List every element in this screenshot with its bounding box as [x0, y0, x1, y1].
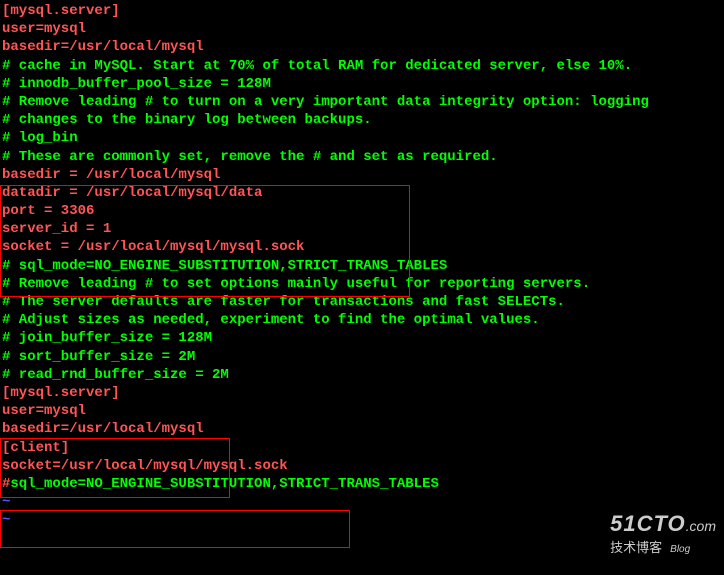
vim-tilde: ~ — [2, 493, 722, 511]
watermark-domain: .com — [686, 518, 716, 534]
config-line: user=mysql — [2, 20, 722, 38]
config-line: # read_rnd_buffer_size = 2M — [2, 366, 722, 384]
watermark-subtitle: 技术博客Blog — [610, 540, 716, 557]
config-line: [mysql.server] — [2, 384, 722, 402]
config-line: # The server defaults are faster for tra… — [2, 293, 722, 311]
config-line: # Remove leading # to set options mainly… — [2, 275, 722, 293]
config-line: basedir=/usr/local/mysql — [2, 38, 722, 56]
config-line: [client] — [2, 439, 722, 457]
config-line: datadir = /usr/local/mysql/data — [2, 184, 722, 202]
config-line: # These are commonly set, remove the # a… — [2, 148, 722, 166]
config-line: # cache in MySQL. Start at 70% of total … — [2, 57, 722, 75]
config-line: # Adjust sizes as needed, experiment to … — [2, 311, 722, 329]
config-line: basedir = /usr/local/mysql — [2, 166, 722, 184]
terminal-output: [mysql.server] user=mysql basedir=/usr/l… — [2, 2, 722, 529]
config-line: server_id = 1 — [2, 220, 722, 238]
config-line: # log_bin — [2, 129, 722, 147]
config-line: # join_buffer_size = 128M — [2, 329, 722, 347]
watermark-brand: 51CTO — [610, 511, 686, 536]
config-line: basedir=/usr/local/mysql — [2, 420, 722, 438]
config-line: #sql_mode=NO_ENGINE_SUBSTITUTION,STRICT_… — [2, 475, 722, 493]
config-line: # innodb_buffer_pool_size = 128M — [2, 75, 722, 93]
config-line: user=mysql — [2, 402, 722, 420]
config-line: [mysql.server] — [2, 2, 722, 20]
config-line: # changes to the binary log between back… — [2, 111, 722, 129]
config-line: socket=/usr/local/mysql/mysql.sock — [2, 457, 722, 475]
config-line: # Remove leading # to turn on a very imp… — [2, 93, 722, 111]
config-line: # sql_mode=NO_ENGINE_SUBSTITUTION,STRICT… — [2, 257, 722, 275]
config-line: port = 3306 — [2, 202, 722, 220]
watermark: 51CTO.com 技术博客Blog — [610, 510, 716, 557]
config-line: socket = /usr/local/mysql/mysql.sock — [2, 238, 722, 256]
config-line: # sort_buffer_size = 2M — [2, 348, 722, 366]
